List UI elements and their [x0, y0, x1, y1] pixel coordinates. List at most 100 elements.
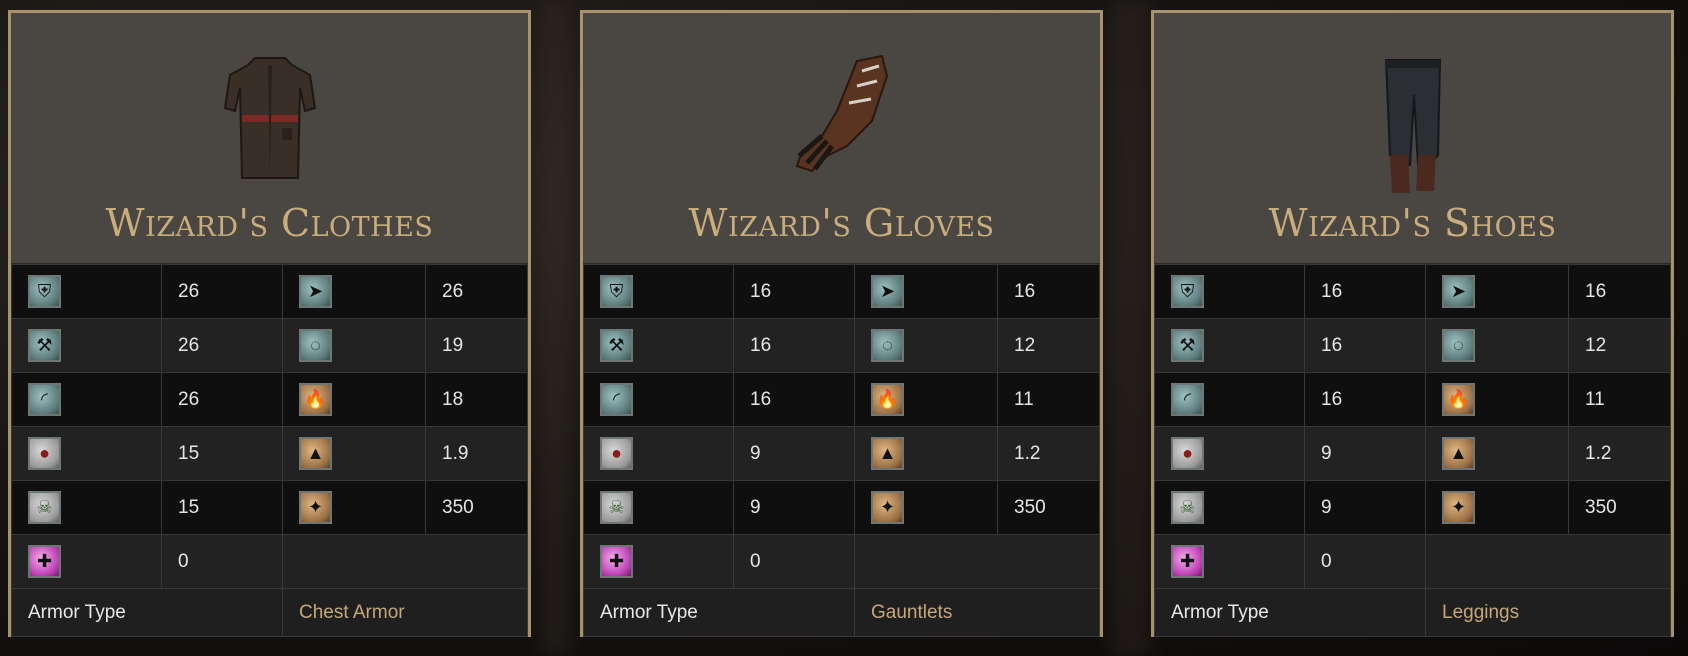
stat-value: 11 — [1568, 372, 1671, 427]
stat-value: 9 — [733, 480, 855, 535]
blood-resist-icon: ● — [600, 437, 633, 470]
stat-value: 26 — [161, 372, 283, 427]
stat-value: 16 — [1568, 264, 1671, 319]
table-row: ⛨ 26 ➤ 26 — [11, 264, 528, 319]
slash-defense-icon: ◜ — [1171, 383, 1204, 416]
stat-value: 0 — [1304, 534, 1426, 589]
stat-value: 19 — [425, 318, 528, 373]
stat-value: 18 — [425, 372, 528, 427]
poison-resist-icon: ☠ — [1171, 491, 1204, 524]
stat-value: 16 — [1304, 264, 1426, 319]
armor-type-label: Armor Type — [1154, 588, 1426, 637]
armor-type-label: Armor Type — [583, 588, 855, 637]
table-row: ◜ 16 🔥 11 — [583, 372, 1100, 427]
strike-defense-icon: ⚒ — [1171, 329, 1204, 362]
card-title: Wizard's Clothes — [105, 201, 434, 245]
stat-value: 16 — [1304, 372, 1426, 427]
strike-defense-icon: ⚒ — [600, 329, 633, 362]
leggings-icon — [1384, 59, 1441, 193]
stats-table: ⛨ 16 ➤ 16 ⚒ 16 ◌ 12 ◜ 16 🔥 11 ● 9 ▲ 1.2 … — [583, 264, 1100, 637]
table-row: ⛨ 16 ➤ 16 — [583, 264, 1100, 319]
armor-type-row: Armor Type Chest Armor — [11, 588, 528, 637]
stat-value: 12 — [1568, 318, 1671, 373]
empty-cell — [1425, 534, 1671, 589]
stat-value: 9 — [1304, 480, 1426, 535]
stat-value: 16 — [1304, 318, 1426, 373]
physical-armor-icon: ⛨ — [600, 275, 633, 308]
armor-type-value: Leggings — [1425, 588, 1671, 637]
stat-value: 1.9 — [425, 426, 528, 481]
table-row: ☠ 15 ✦ 350 — [11, 480, 528, 535]
strike-defense-icon: ⚒ — [28, 329, 61, 362]
stat-value: 16 — [997, 264, 1100, 319]
stat-value: 9 — [1304, 426, 1426, 481]
empty-cell — [854, 534, 1100, 589]
blood-resist-icon: ● — [1171, 437, 1204, 470]
chest-armor-icon — [223, 57, 316, 179]
fire-defense-icon: 🔥 — [871, 383, 904, 416]
table-row: ⛨ 16 ➤ 16 — [1154, 264, 1671, 319]
table-row: ✚ 0 — [1154, 534, 1671, 589]
durability-icon: ✦ — [299, 491, 332, 524]
poison-resist-icon: ☠ — [28, 491, 61, 524]
stats-table: ⛨ 16 ➤ 16 ⚒ 16 ◌ 12 ◜ 16 🔥 11 ● 9 ▲ 1.2 … — [1154, 264, 1671, 637]
table-row: ● 15 ▲ 1.9 — [11, 426, 528, 481]
durability-icon: ✦ — [1442, 491, 1475, 524]
card-header: Wizard's Shoes — [1154, 13, 1671, 264]
stat-value: 16 — [733, 372, 855, 427]
table-row: ☠ 9 ✦ 350 — [583, 480, 1100, 535]
physical-armor-icon: ⛨ — [1171, 275, 1204, 308]
stat-value: 0 — [161, 534, 283, 589]
stat-value: 1.2 — [997, 426, 1100, 481]
table-row: ● 9 ▲ 1.2 — [1154, 426, 1671, 481]
stat-value: 15 — [161, 426, 283, 481]
curse-resist-icon: ✚ — [600, 545, 633, 578]
magic-defense-icon: ◌ — [299, 329, 332, 362]
table-row: ⚒ 16 ◌ 12 — [583, 318, 1100, 373]
stat-value: 16 — [733, 318, 855, 373]
empty-cell — [282, 534, 528, 589]
item-card: Wizard's Clothes ⛨ 26 ➤ 26 ⚒ 26 ◌ 19 ◜ 2… — [8, 10, 531, 637]
physical-armor-icon: ⛨ — [28, 275, 61, 308]
item-card: Wizard's Gloves ⛨ 16 ➤ 16 ⚒ 16 ◌ 12 ◜ 16… — [580, 10, 1103, 637]
pierce-defense-icon: ➤ — [1442, 275, 1475, 308]
stat-value: 26 — [161, 318, 283, 373]
stat-value: 350 — [425, 480, 528, 535]
table-row: ⚒ 26 ◌ 19 — [11, 318, 528, 373]
weight-icon: ▲ — [299, 437, 332, 470]
stat-value: 11 — [997, 372, 1100, 427]
table-row: ✚ 0 — [583, 534, 1100, 589]
table-row: ✚ 0 — [11, 534, 528, 589]
curse-resist-icon: ✚ — [1171, 545, 1204, 578]
stat-value: 350 — [1568, 480, 1671, 535]
gauntlets-icon — [795, 54, 888, 173]
table-row: ◜ 26 🔥 18 — [11, 372, 528, 427]
card-header: Wizard's Clothes — [11, 13, 528, 264]
poison-resist-icon: ☠ — [600, 491, 633, 524]
pierce-defense-icon: ➤ — [299, 275, 332, 308]
armor-type-label: Armor Type — [11, 588, 283, 637]
table-row: ☠ 9 ✦ 350 — [1154, 480, 1671, 535]
pierce-defense-icon: ➤ — [871, 275, 904, 308]
table-row: ⚒ 16 ◌ 12 — [1154, 318, 1671, 373]
magic-defense-icon: ◌ — [871, 329, 904, 362]
weight-icon: ▲ — [1442, 437, 1475, 470]
item-card: Wizard's Shoes ⛨ 16 ➤ 16 ⚒ 16 ◌ 12 ◜ 16 … — [1151, 10, 1674, 637]
stat-value: 350 — [997, 480, 1100, 535]
blood-resist-icon: ● — [28, 437, 61, 470]
card-title: Wizard's Shoes — [1268, 201, 1557, 245]
fire-defense-icon: 🔥 — [1442, 383, 1475, 416]
armor-type-value: Gauntlets — [854, 588, 1100, 637]
stats-table: ⛨ 26 ➤ 26 ⚒ 26 ◌ 19 ◜ 26 🔥 18 ● 15 ▲ 1.9… — [11, 264, 528, 637]
weight-icon: ▲ — [871, 437, 904, 470]
fire-defense-icon: 🔥 — [299, 383, 332, 416]
magic-defense-icon: ◌ — [1442, 329, 1475, 362]
card-title: Wizard's Gloves — [688, 201, 995, 245]
stat-value: 0 — [733, 534, 855, 589]
stat-value: 1.2 — [1568, 426, 1671, 481]
stat-value: 26 — [425, 264, 528, 319]
stat-value: 26 — [161, 264, 283, 319]
stat-value: 16 — [733, 264, 855, 319]
durability-icon: ✦ — [871, 491, 904, 524]
table-row: ● 9 ▲ 1.2 — [583, 426, 1100, 481]
